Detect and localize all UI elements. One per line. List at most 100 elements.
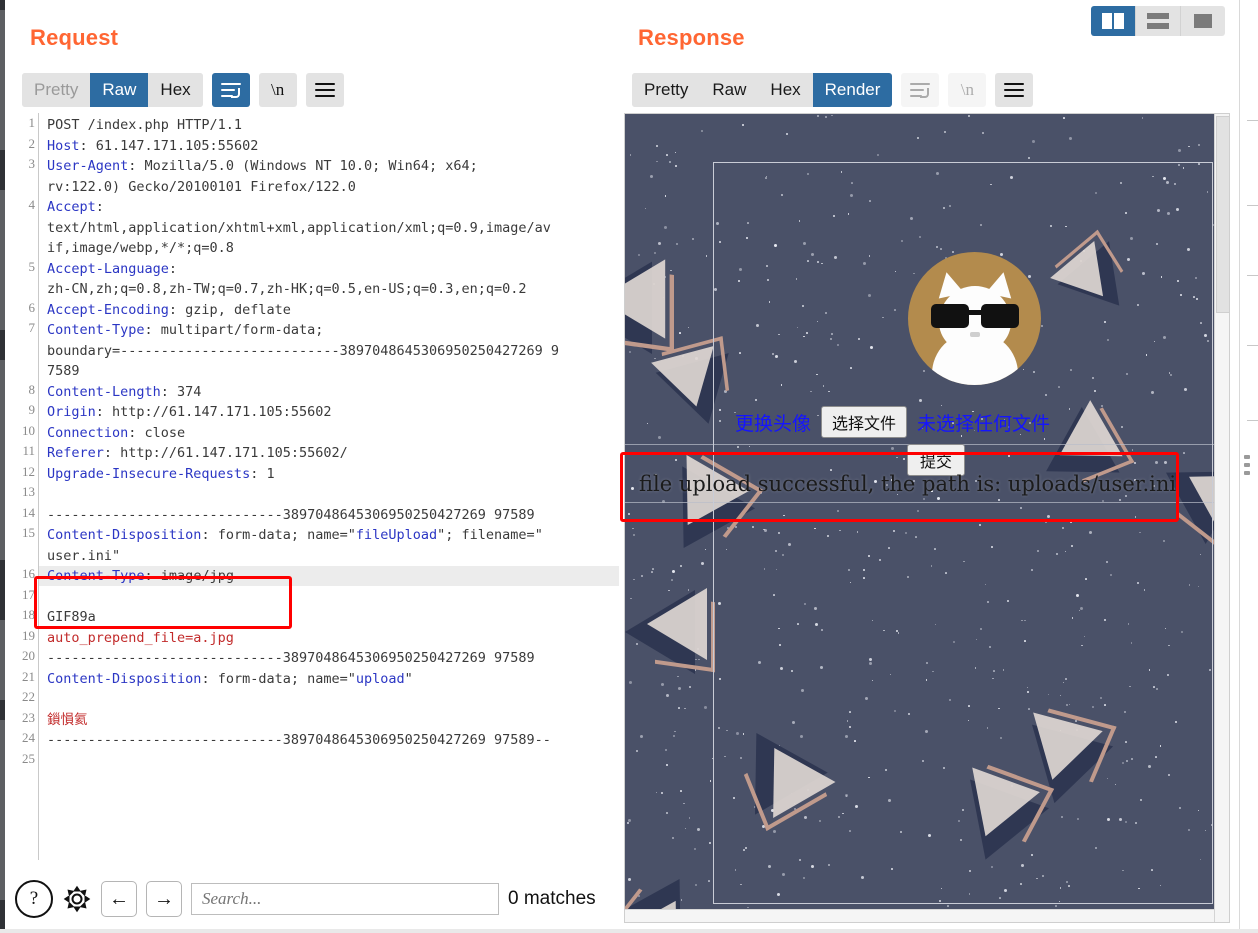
line-number: 15 bbox=[22, 525, 35, 540]
code-line[interactable]: -----------------------------38970486453… bbox=[47, 505, 619, 525]
line-number: 9 bbox=[28, 402, 36, 417]
code-line[interactable]: Connection: close bbox=[47, 423, 619, 443]
code-line[interactable]: rv:122.0) Gecko/20100101 Firefox/122.0 bbox=[47, 177, 619, 197]
code-line[interactable]: Upgrade-Insecure-Requests: 1 bbox=[47, 464, 619, 484]
response-horizontal-scrollbar[interactable] bbox=[625, 909, 1214, 922]
search-input[interactable] bbox=[200, 888, 490, 910]
help-button[interactable]: ? bbox=[15, 880, 53, 918]
line-number: 19 bbox=[22, 627, 35, 643]
response-render-view[interactable]: 更换头像 选择文件 未选择任何文件 提交 file upload success… bbox=[624, 113, 1230, 923]
request-show-newlines-button[interactable]: \n bbox=[258, 73, 297, 107]
line-number: 1 bbox=[28, 115, 36, 130]
layout-toggle-group bbox=[1091, 6, 1225, 36]
single-pane-layout-button[interactable] bbox=[1181, 6, 1225, 36]
request-word-wrap-button[interactable] bbox=[211, 73, 250, 107]
choose-file-button[interactable]: 选择文件 bbox=[821, 406, 908, 438]
no-file-selected-text: 未选择任何文件 bbox=[917, 412, 1051, 435]
line-number: 3 bbox=[28, 156, 36, 171]
newline-icon: \n bbox=[960, 80, 975, 99]
code-line[interactable]: 7589 bbox=[47, 361, 619, 381]
code-line[interactable] bbox=[47, 751, 619, 771]
tab-response-render[interactable]: Render bbox=[812, 73, 893, 107]
arrow-right-icon: → bbox=[154, 887, 174, 910]
request-panel: Request Pretty Raw Hex \n 12345 6 7 8 9 … bbox=[5, 0, 625, 933]
code-line[interactable]: User-Agent: Mozilla/5.0 (Windows NT 10.0… bbox=[47, 156, 619, 176]
line-number: 20 bbox=[22, 648, 35, 663]
request-view-tabs: Pretty Raw Hex bbox=[22, 73, 203, 107]
line-number: 5 bbox=[28, 258, 36, 274]
tab-response-pretty[interactable]: Pretty bbox=[632, 73, 701, 107]
response-menu-button[interactable] bbox=[995, 73, 1034, 107]
question-mark-icon: ? bbox=[29, 888, 39, 909]
code-line[interactable]: -----------------------------38970486453… bbox=[47, 648, 619, 668]
tab-request-hex[interactable]: Hex bbox=[148, 73, 203, 107]
code-line[interactable]: GIF89a bbox=[47, 607, 619, 627]
code-line[interactable]: -----------------------------38970486453… bbox=[47, 730, 619, 750]
change-avatar-link[interactable]: 更换头像 bbox=[735, 409, 811, 436]
code-line[interactable]: Host: 61.147.171.105:55602 bbox=[47, 136, 619, 156]
newline-icon: \n bbox=[271, 80, 285, 99]
code-line[interactable]: if,image/webp,*/*;q=0.8 bbox=[47, 238, 619, 258]
settings-button[interactable] bbox=[62, 884, 92, 914]
line-number: 11 bbox=[22, 443, 35, 458]
drag-handle-dots[interactable] bbox=[1244, 455, 1250, 479]
line-number: 2 bbox=[28, 135, 36, 151]
code-line[interactable]: Accept-Language: bbox=[47, 259, 619, 279]
code-line[interactable]: user.ini" bbox=[47, 546, 619, 566]
side-by-side-layout-button[interactable] bbox=[1091, 6, 1136, 36]
code-line[interactable]: Content-Disposition: form-data; name="up… bbox=[47, 669, 619, 689]
word-wrap-icon bbox=[220, 83, 241, 98]
code-line[interactable]: Content-Disposition: form-data; name="fi… bbox=[47, 525, 619, 545]
response-vertical-scrollbar[interactable] bbox=[1214, 114, 1229, 922]
code-line[interactable] bbox=[47, 689, 619, 709]
right-side-rail bbox=[1239, 0, 1258, 933]
code-line[interactable]: boundary=---------------------------3897… bbox=[47, 341, 619, 361]
code-line[interactable]: POST /index.php HTTP/1.1 bbox=[47, 115, 619, 135]
upload-form-row: 更换头像 选择文件 未选择任何文件 bbox=[735, 406, 1050, 438]
cat-avatar-icon bbox=[930, 269, 1020, 385]
line-number: 23 bbox=[22, 709, 35, 725]
code-line[interactable] bbox=[47, 587, 619, 607]
code-line[interactable]: Accept-Encoding: gzip, deflate bbox=[47, 300, 619, 320]
request-bottom-toolbar: ? ← → Search... 0 matches bbox=[5, 863, 625, 933]
request-code-area[interactable]: POST /index.php HTTP/1.1 Host: 61.147.171… bbox=[39, 113, 619, 860]
burp-suite-repeater-window: Request Pretty Raw Hex \n 12345 6 7 8 9 … bbox=[0, 0, 1258, 933]
code-line[interactable]: Content-Length: 374 bbox=[47, 382, 619, 402]
code-line[interactable]: zh-CN,zh;q=0.8,zh-TW;q=0.7,zh-HK;q=0.5,e… bbox=[47, 279, 619, 299]
line-number: 13 bbox=[22, 484, 35, 499]
code-line[interactable]: Content-Type: image/jpg bbox=[39, 566, 619, 586]
tab-request-raw[interactable]: Raw bbox=[90, 73, 149, 107]
search-next-button[interactable]: → bbox=[146, 881, 182, 917]
avatar bbox=[908, 252, 1041, 385]
tab-request-pretty[interactable]: Pretty bbox=[22, 73, 91, 107]
code-line[interactable]: Accept: bbox=[47, 197, 619, 217]
line-number: 8 bbox=[28, 381, 36, 397]
tab-response-raw[interactable]: Raw bbox=[700, 73, 759, 107]
line-number: 22 bbox=[22, 689, 35, 704]
line-number: 24 bbox=[22, 730, 35, 745]
request-menu-button[interactable] bbox=[305, 73, 344, 107]
response-panel-title: Response bbox=[638, 25, 745, 50]
code-line[interactable]: auto_prepend_file=a.jpg bbox=[47, 628, 619, 648]
gear-icon bbox=[63, 885, 91, 913]
response-word-wrap-button bbox=[901, 73, 940, 107]
line-number: 4 bbox=[28, 197, 36, 212]
request-editor[interactable]: 1 2 3 4 5 6 7 8 9 10 11 12 13 14 15 16 17 18 19 20 21 22 23 24 2… bbox=[12, 113, 619, 860]
line-number: 12 bbox=[22, 463, 35, 479]
arrow-left-icon: ← bbox=[109, 887, 129, 910]
tab-response-hex[interactable]: Hex bbox=[758, 73, 813, 107]
code-line[interactable] bbox=[47, 484, 619, 504]
code-line[interactable]: Origin: http://61.147.171.105:55602 bbox=[47, 402, 619, 422]
stacked-layout-button[interactable] bbox=[1136, 6, 1181, 36]
code-line[interactable]: Content-Type: multipart/form-data; bbox=[47, 320, 619, 340]
search-prev-button[interactable]: ← bbox=[101, 881, 137, 917]
search-box[interactable] bbox=[191, 883, 499, 915]
code-line[interactable]: Referer: http://61.147.171.105:55602/ bbox=[47, 443, 619, 463]
upload-result-message: file upload successful, the path is: upl… bbox=[639, 472, 1177, 496]
code-line[interactable]: text/html,application/xhtml+xml,applicat… bbox=[47, 218, 619, 238]
word-wrap-icon bbox=[910, 83, 931, 98]
response-vertical-scrollbar-thumb[interactable] bbox=[1216, 116, 1229, 313]
code-line[interactable]: 鎻愪氦 bbox=[47, 710, 619, 730]
line-number: 25 bbox=[22, 750, 35, 766]
rendered-web-page: 更换头像 选择文件 未选择任何文件 提交 file upload success… bbox=[625, 114, 1229, 922]
